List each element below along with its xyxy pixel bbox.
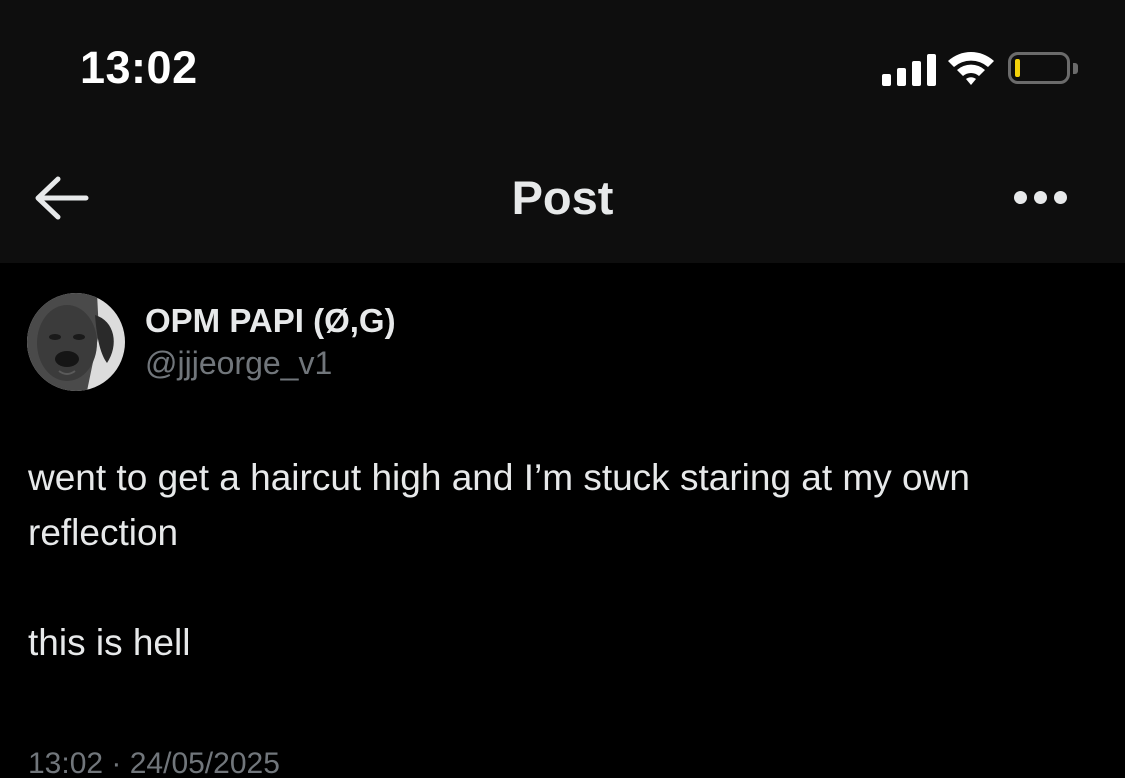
more-options-button[interactable] (1008, 182, 1074, 214)
author-display-name[interactable]: OPM PAPI (Ø,G) (145, 300, 396, 342)
more-dot (1034, 191, 1047, 204)
post-timestamp: 13:02 · 24/05/2025 (28, 747, 280, 778)
more-horizontal-icon (1014, 191, 1027, 204)
avatar[interactable] (27, 293, 125, 391)
battery-level (1015, 59, 1020, 77)
wifi-icon (948, 52, 994, 85)
author-handle[interactable]: @jjjeorge_v1 (145, 342, 332, 384)
battery-icon (1008, 52, 1070, 84)
post-text: went to get a haircut high and I’m stuck… (28, 450, 1098, 670)
cellular-signal-icon (882, 52, 936, 86)
battery-cap (1073, 63, 1078, 74)
page-title: Post (511, 171, 614, 224)
post-text-paragraph: this is hell (28, 622, 191, 663)
dog-avatar-icon (27, 293, 125, 391)
status-time: 13:02 (80, 42, 198, 93)
post-text-paragraph: went to get a haircut high and I’m stuck… (28, 457, 970, 553)
more-dot (1054, 191, 1067, 204)
post-detail-screen: 13:02 Post OPM PAPI (Ø,G) @jjjeorge_v1 w… (0, 0, 1125, 778)
